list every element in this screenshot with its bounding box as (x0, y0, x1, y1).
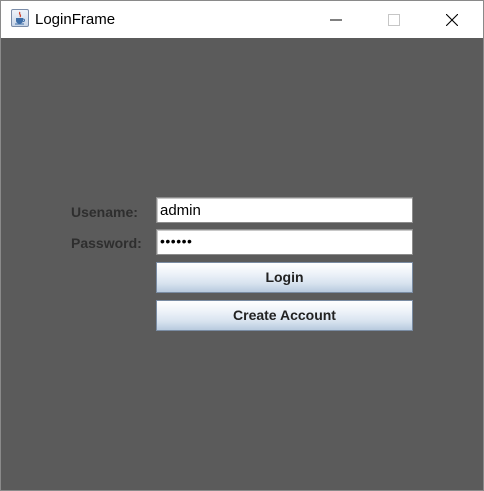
content-pane: Usename: admin Password: •••••• Login Cr… (1, 38, 483, 490)
maximize-icon (388, 14, 400, 26)
login-button[interactable]: Login (156, 262, 413, 293)
password-label: Password: (71, 235, 142, 251)
minimize-icon (330, 19, 342, 21)
window-title: LoginFrame (35, 11, 116, 28)
java-cup-icon[interactable] (11, 9, 29, 27)
maximize-button[interactable] (371, 1, 417, 38)
username-label: Usename: (71, 204, 138, 220)
password-field[interactable]: •••••• (156, 229, 413, 255)
close-icon (446, 14, 458, 26)
minimize-button[interactable] (313, 1, 359, 38)
close-button[interactable] (429, 1, 475, 38)
login-window: LoginFrame Usename: admin Password: ••••… (0, 0, 484, 491)
create-account-button[interactable]: Create Account (156, 300, 413, 331)
username-field[interactable]: admin (156, 197, 413, 223)
title-bar[interactable]: LoginFrame (1, 1, 483, 38)
